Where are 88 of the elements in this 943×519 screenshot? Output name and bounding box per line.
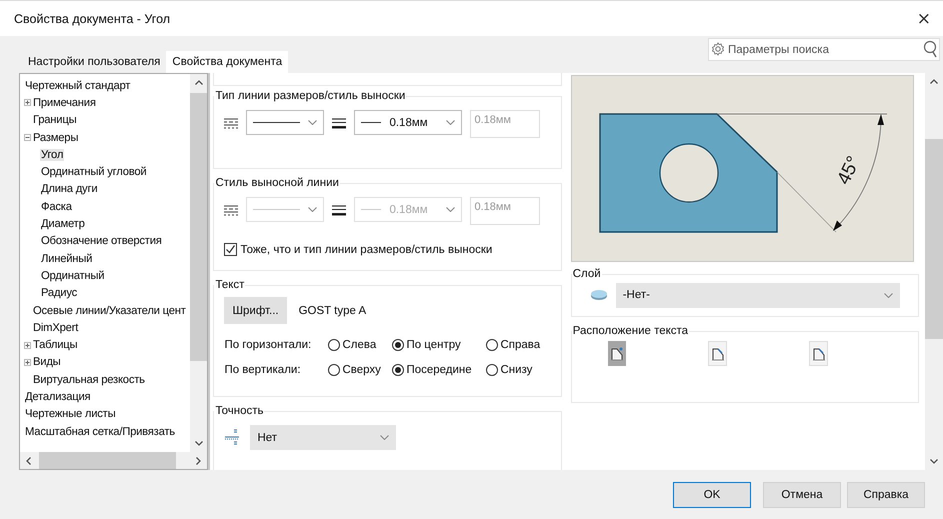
dialog-button[interactable]: Справка [847, 482, 925, 508]
radio-button[interactable] [328, 338, 340, 350]
expand-icon[interactable] [24, 358, 31, 366]
hole-shape [659, 143, 718, 203]
tab[interactable]: Свойства документа [166, 51, 288, 73]
caret-icon [308, 207, 318, 212]
search-icon[interactable] [923, 40, 937, 58]
caret-icon [308, 120, 318, 125]
angle-label: 45° [833, 153, 864, 188]
radio-button[interactable] [328, 364, 340, 376]
line-style-icon [224, 118, 238, 130]
close-button[interactable]: × [914, 8, 933, 28]
caret-icon [446, 120, 456, 125]
tree-item[interactable]: Ординатный угловой [40, 166, 148, 178]
dialog-button[interactable]: Отмена [763, 482, 841, 508]
tree-item[interactable]: Ординатный [40, 270, 106, 282]
radio-label: Справа [500, 338, 540, 350]
group-title: Стиль выносной линии [214, 177, 340, 189]
angle-text-position-icon [710, 346, 726, 362]
alignment-label: По вертикали: [224, 364, 302, 376]
window-title: Свойства документа - Угол [14, 12, 170, 26]
dialog-button[interactable]: OK [673, 482, 751, 508]
tree-item[interactable]: Границы [32, 114, 78, 126]
scroll-down-icon[interactable] [194, 441, 203, 446]
line-weight-dropdown[interactable]: 0.18мм [354, 110, 462, 135]
tree-item[interactable]: Примечания [32, 96, 97, 109]
gear-icon [711, 42, 725, 56]
scroll-up-icon[interactable] [194, 80, 203, 85]
checkbox-label: Тоже, что и тип линии размеров/стиль выноски [240, 244, 492, 256]
tree-item[interactable]: Виртуальная резкость [32, 374, 146, 386]
tree-item[interactable]: Масштабная сетка/Привязать [24, 426, 176, 438]
expand-icon[interactable] [24, 99, 31, 106]
tree-item[interactable]: Диаметр [40, 218, 86, 230]
text-position-button[interactable] [608, 341, 626, 366]
caret-icon [446, 207, 456, 212]
line-weight-icon [332, 205, 346, 216]
radio-button[interactable] [486, 364, 498, 376]
group-title: Расположение текста [572, 325, 690, 337]
tree-item[interactable]: Фаска [40, 200, 73, 213]
radio-label: Слева [342, 338, 376, 350]
group-title: Тип линии размеров/стиль выноски [214, 90, 406, 102]
precision-dropdown[interactable]: Нет [250, 425, 396, 450]
group-title: Текст [214, 279, 246, 291]
tree-item[interactable]: Таблицы [32, 339, 78, 352]
search-field[interactable]: Параметры поиска [708, 38, 940, 61]
group-title: Слой [572, 268, 602, 280]
tree-item[interactable]: Осевые линии/Указатели цент [32, 304, 187, 316]
radio-button[interactable] [486, 338, 498, 350]
tree-item[interactable]: Радиус [40, 287, 78, 300]
expand-icon[interactable] [24, 342, 31, 349]
radio-label: Посередине [406, 364, 472, 376]
tree-item[interactable]: Размеры [32, 132, 80, 144]
font-name: GOST type A [298, 304, 366, 316]
scroll-left-icon[interactable] [26, 456, 31, 464]
scrollbar[interactable] [190, 74, 208, 452]
tree-item[interactable]: Обозначение отверстия [40, 235, 163, 248]
caret-icon [380, 435, 390, 440]
tree-item[interactable]: Детализация [24, 390, 92, 403]
line-weight-icon [332, 118, 346, 129]
radio-label: Снизу [500, 364, 532, 376]
radio-button[interactable] [392, 338, 404, 350]
collapse-icon[interactable] [24, 134, 31, 142]
extension-line [776, 172, 836, 232]
tree-item[interactable]: Линейный [40, 252, 94, 265]
angle-text-position-icon [810, 346, 827, 362]
tree-item[interactable]: DimXpert [32, 322, 80, 334]
angle-text-position-icon [609, 346, 626, 362]
tree-item[interactable]: Угол [40, 148, 64, 161]
line-style-dropdown[interactable] [246, 110, 324, 135]
radio-button[interactable] [392, 364, 404, 376]
scroll-down-icon[interactable] [930, 459, 938, 464]
radio-label: По центру [406, 338, 461, 350]
tree-item[interactable]: Чертежные листы [24, 408, 116, 420]
radio-label: Сверху [342, 364, 381, 376]
scrollbar[interactable] [20, 452, 208, 469]
font-button[interactable]: Шрифт... [224, 297, 287, 324]
scroll-right-icon[interactable] [196, 456, 202, 464]
precision-icon [224, 429, 240, 445]
alignment-label: По горизонтали: [224, 338, 312, 350]
group-title: Точность [214, 405, 264, 417]
caret-icon [884, 292, 893, 298]
tree-item[interactable]: Виды [32, 356, 62, 368]
layer-icon [590, 289, 608, 301]
tree-item[interactable]: Чертежный стандарт [24, 80, 132, 92]
tree-item[interactable]: Длина дуги [40, 183, 98, 196]
layer-dropdown[interactable]: -Нет- [616, 282, 900, 308]
line-style-icon [224, 205, 238, 217]
scroll-up-icon[interactable] [930, 79, 938, 84]
